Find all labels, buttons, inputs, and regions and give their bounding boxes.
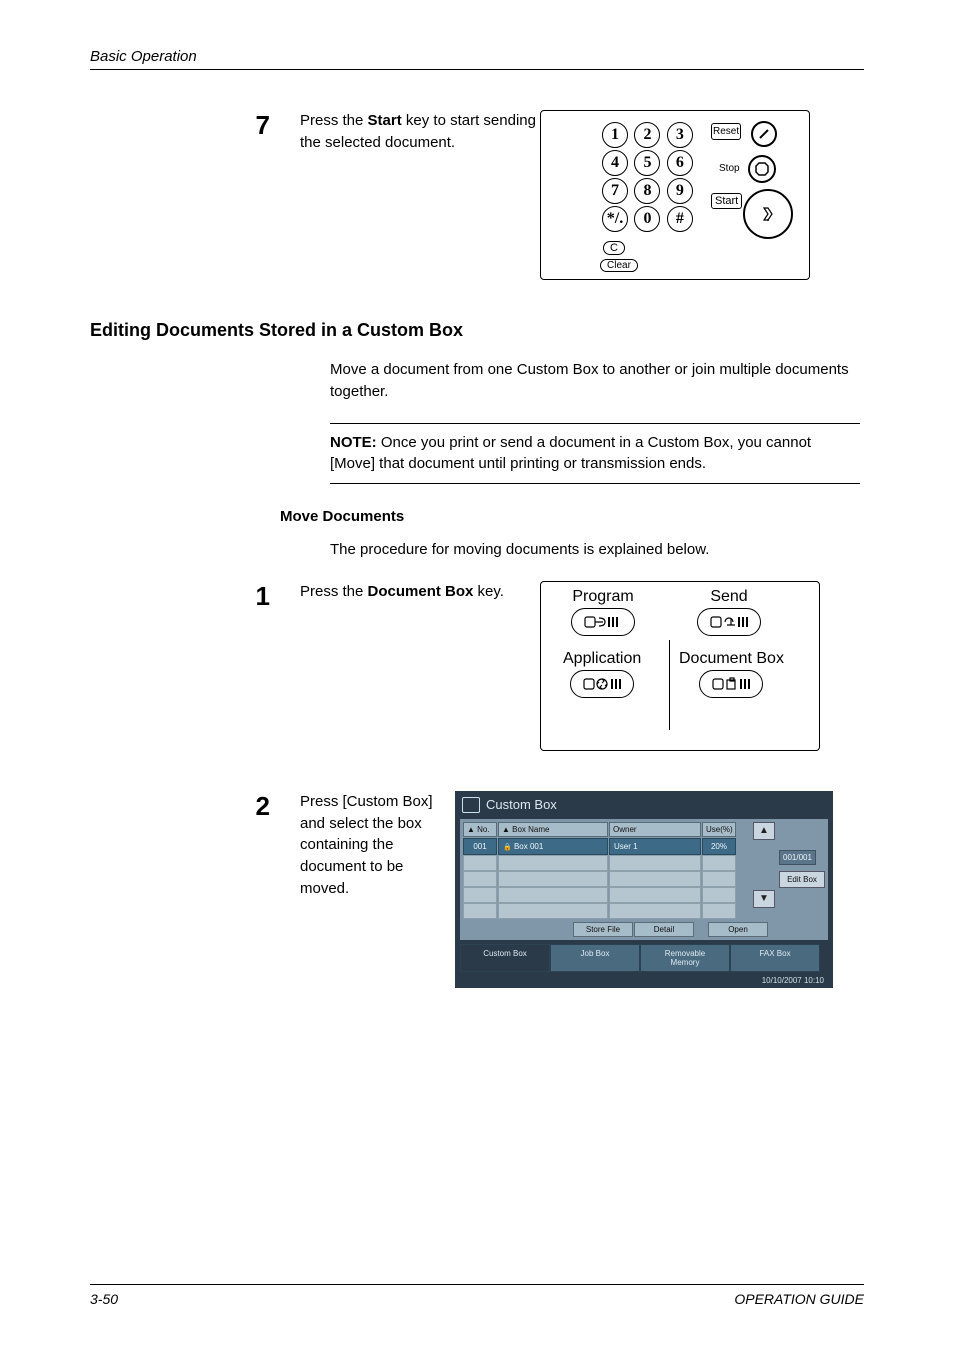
step-7-text: Press the Start key to start sending the… <box>300 110 540 154</box>
step7-text-part0: Press the <box>300 112 368 129</box>
tab-custom-box[interactable]: Custom Box <box>460 944 550 972</box>
step1-text-bold: Document Box <box>368 583 474 600</box>
scroll-up-button[interactable]: ▲ <box>753 822 775 840</box>
note-label: NOTE: <box>330 434 377 451</box>
page-header-breadcrumb: Basic Operation <box>90 48 864 65</box>
cell-use: 20% <box>702 838 736 855</box>
note-text: Once you print or send a document in a C… <box>330 434 811 473</box>
reset-button[interactable]: Reset <box>711 123 741 140</box>
page-indicator: 001/001 <box>779 850 816 865</box>
send-button[interactable] <box>697 608 761 636</box>
step-2-number: 2 <box>256 791 270 821</box>
program-button[interactable] <box>571 608 635 636</box>
open-button[interactable]: Open <box>708 922 768 937</box>
tab-removable-memory[interactable]: Removable Memory <box>640 944 730 972</box>
key-star[interactable]: */. <box>602 206 628 232</box>
key-9[interactable]: 9 <box>667 178 693 204</box>
key-8[interactable]: 8 <box>634 178 660 204</box>
store-file-button[interactable]: Store File <box>573 922 633 937</box>
header-rule <box>90 69 864 70</box>
key-2[interactable]: 2 <box>634 122 660 148</box>
edit-box-button[interactable]: Edit Box <box>779 871 825 888</box>
key-3[interactable]: 3 <box>667 122 693 148</box>
cell-owner: User 1 <box>609 838 701 855</box>
c-button[interactable]: C <box>603 241 625 255</box>
document-box-label: Document Box <box>679 650 784 668</box>
move-documents-heading: Move Documents <box>280 508 864 525</box>
custom-box-title: Custom Box <box>486 797 557 812</box>
section-heading: Editing Documents Stored in a Custom Box <box>90 320 864 341</box>
cell-no: 001 <box>463 838 497 855</box>
send-label: Send <box>697 588 761 606</box>
key-1[interactable]: 1 <box>602 122 628 148</box>
tab-job-box[interactable]: Job Box <box>550 944 640 972</box>
guide-label: OPERATION GUIDE <box>734 1291 864 1307</box>
stop-label: Stop <box>719 163 740 174</box>
document-box-button[interactable] <box>699 670 763 698</box>
keypad-illustration: 1 2 3 4 5 6 7 8 9 */. 0 # <box>540 110 810 280</box>
start-label: Start <box>711 193 742 209</box>
tab-fax-box[interactable]: FAX Box <box>730 944 820 972</box>
page-number: 3-50 <box>90 1291 118 1307</box>
col-header-use[interactable]: Use(%) <box>702 822 736 837</box>
key-7[interactable]: 7 <box>602 178 628 204</box>
move-documents-intro: The procedure for moving documents is ex… <box>330 539 860 561</box>
detail-button[interactable]: Detail <box>634 922 694 937</box>
interrupt-button[interactable] <box>751 121 777 147</box>
step-1-text: Press the Document Box key. <box>300 581 540 603</box>
program-label: Program <box>571 588 635 606</box>
step-7-number: 7 <box>256 110 270 140</box>
note-block: NOTE: Once you print or send a document … <box>330 423 860 485</box>
step-1-number: 1 <box>256 581 270 611</box>
table-row[interactable]: 001 🔒 Box 001 User 1 20% <box>463 838 749 855</box>
step1-text-part2: key. <box>473 583 504 600</box>
touchscreen-timestamp: 10/10/2007 10:10 <box>460 972 828 985</box>
application-label: Application <box>563 650 641 668</box>
col-header-owner[interactable]: Owner <box>609 822 701 837</box>
scroll-down-button[interactable]: ▼ <box>753 890 775 908</box>
function-keys-illustration: Program Send Application Document Box <box>540 581 820 751</box>
key-6[interactable]: 6 <box>667 150 693 176</box>
step-2-text: Press [Custom Box] and select the box co… <box>300 791 455 900</box>
clear-button[interactable]: Clear <box>600 259 638 272</box>
custom-box-icon <box>462 797 480 813</box>
stop-button[interactable] <box>748 155 776 183</box>
step7-text-bold: Start <box>368 112 402 129</box>
step-1-row: 1 Press the Document Box key. Program Se… <box>90 581 864 751</box>
key-4[interactable]: 4 <box>602 150 628 176</box>
touchscreen-custom-box: Custom Box ▲ No. ▲ Box Name Owner Use(%)… <box>455 791 833 988</box>
col-header-box-name[interactable]: ▲ Box Name <box>498 822 608 837</box>
step-7-row: 7 Press the Start key to start sending t… <box>90 110 864 280</box>
page-footer: 3-50 OPERATION GUIDE <box>90 1284 864 1307</box>
start-button[interactable] <box>743 189 793 239</box>
step1-text-part0: Press the <box>300 583 368 600</box>
key-0[interactable]: 0 <box>634 206 660 232</box>
cell-box-name: 🔒 Box 001 <box>498 838 608 855</box>
key-5[interactable]: 5 <box>634 150 660 176</box>
section-body: Move a document from one Custom Box to a… <box>330 359 860 403</box>
application-button[interactable] <box>570 670 634 698</box>
col-header-no[interactable]: ▲ No. <box>463 822 497 837</box>
key-hash[interactable]: # <box>667 206 693 232</box>
step-2-row: 2 Press [Custom Box] and select the box … <box>90 791 864 988</box>
